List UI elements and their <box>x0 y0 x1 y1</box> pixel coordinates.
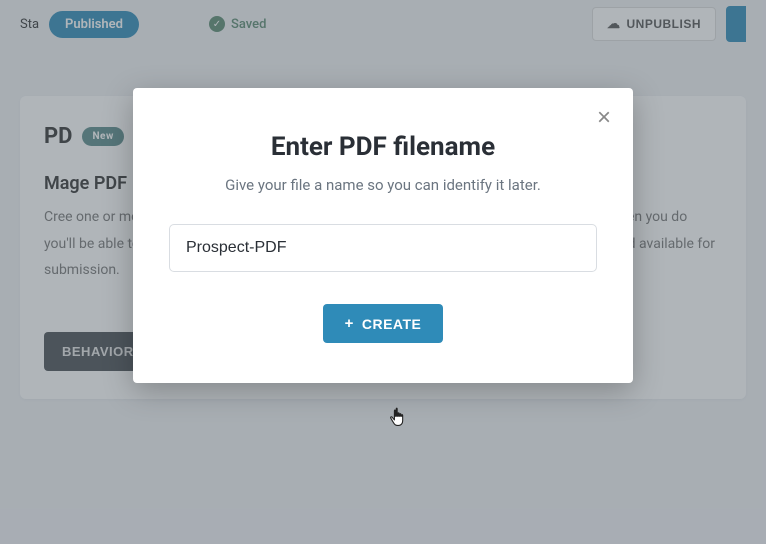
plus-icon: + <box>345 315 354 332</box>
close-button[interactable]: × <box>597 106 611 130</box>
create-label: CREATE <box>362 316 422 332</box>
modal-title: Enter PDF filename <box>169 132 597 162</box>
modal-overlay: × Enter PDF filename Give your file a na… <box>0 0 766 544</box>
filename-input[interactable] <box>169 224 597 272</box>
close-icon: × <box>597 104 611 131</box>
pdf-filename-modal: × Enter PDF filename Give your file a na… <box>133 88 633 383</box>
create-button[interactable]: + CREATE <box>323 304 444 343</box>
modal-subtitle: Give your file a name so you can identif… <box>169 176 597 194</box>
